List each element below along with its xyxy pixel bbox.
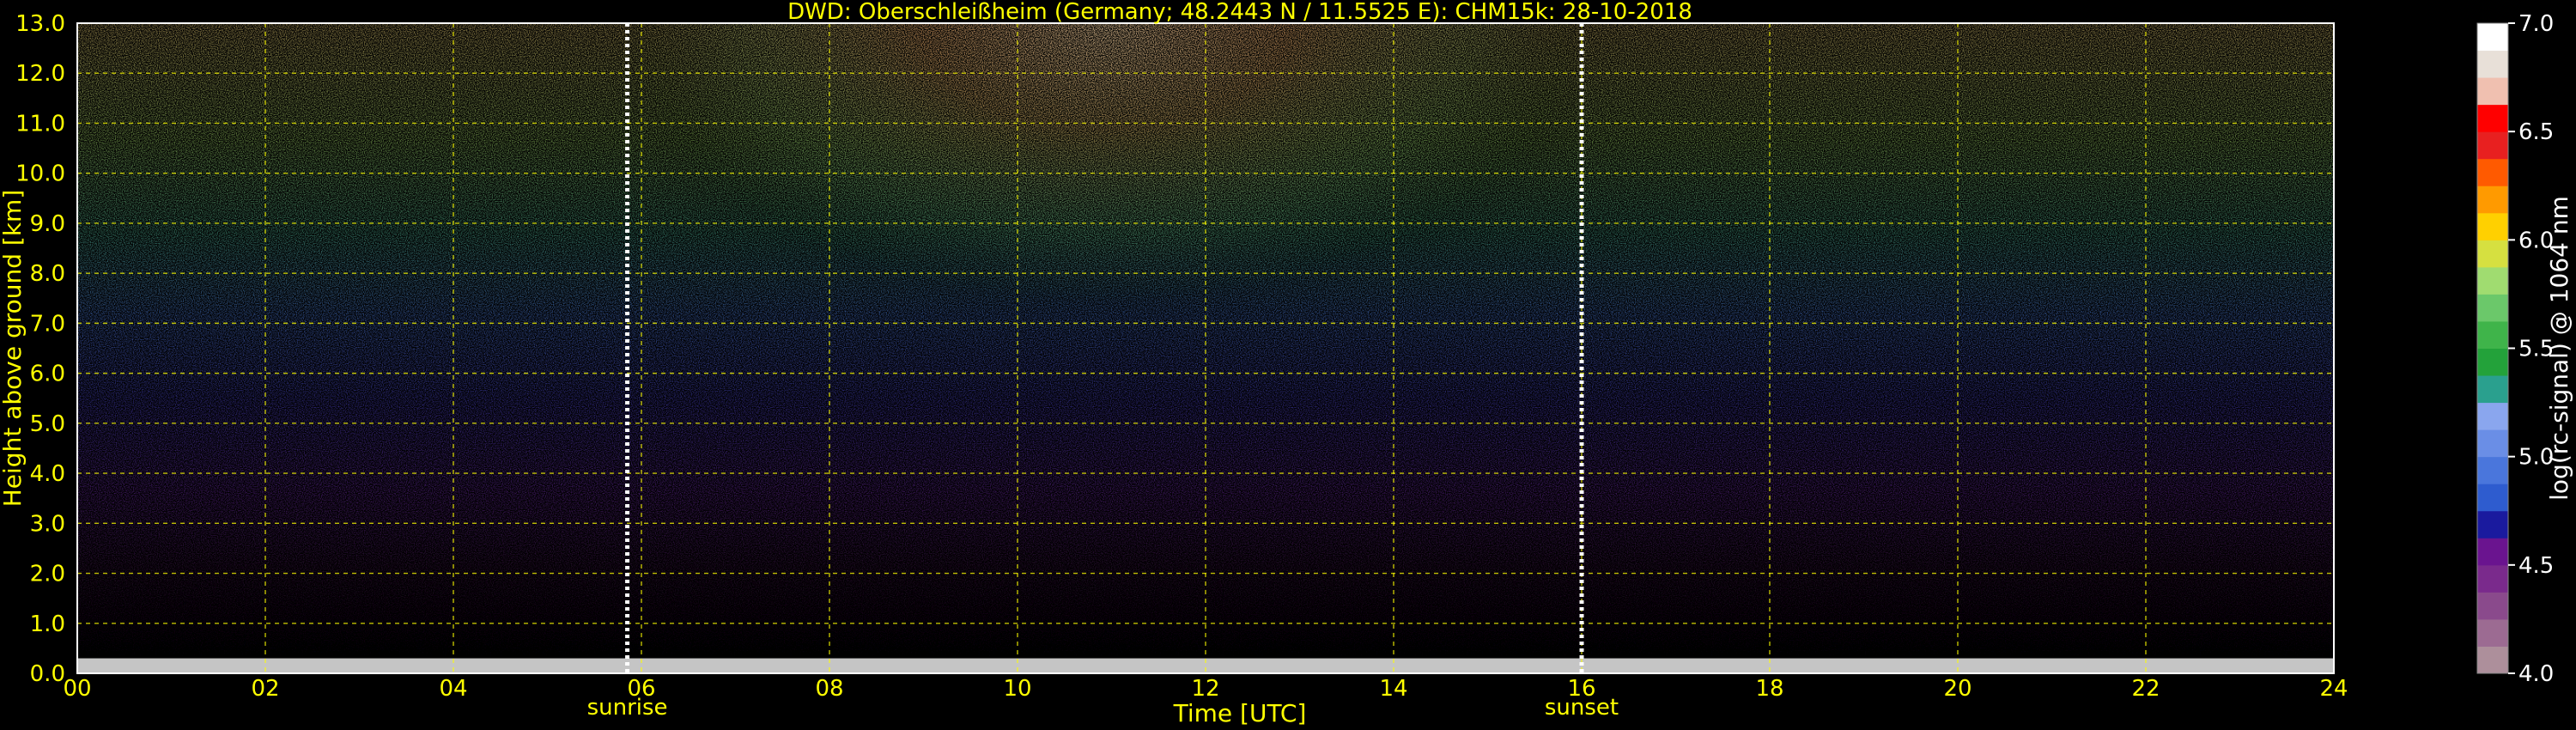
colorbar-swatch <box>2477 538 2508 566</box>
x-tick-label: 04 <box>439 676 467 702</box>
x-tick-label: 18 <box>1755 676 1783 702</box>
y-tick-label: 9.0 <box>30 211 65 237</box>
colorbar-swatch <box>2477 456 2508 484</box>
y-tick-label: 10.0 <box>15 161 65 187</box>
y-tick-label: 1.0 <box>30 611 65 637</box>
chart-title: DWD: Oberschleißheim (Germany; 48.2443 N… <box>787 0 1692 25</box>
x-tick-labels: 00 02 04 06 08 10 12 14 16 18 20 22 24 <box>63 676 2348 702</box>
y-tick-label: 6.0 <box>30 362 65 387</box>
colorbar-swatch <box>2477 592 2508 620</box>
y-tick-label: 7.0 <box>30 311 65 337</box>
x-tick-label: 16 <box>1567 676 1595 702</box>
colorbar-swatch <box>2477 77 2508 106</box>
y-tick-label: 5.0 <box>30 411 65 437</box>
y-tick-label: 11.0 <box>15 111 65 137</box>
x-tick-label: 22 <box>2131 676 2160 702</box>
x-tick-label: 24 <box>2319 676 2348 702</box>
y-tick-label: 8.0 <box>30 261 65 287</box>
colorbar-swatch <box>2477 240 2508 268</box>
x-tick-label: 10 <box>1003 676 1031 702</box>
colorbar-swatch <box>2477 510 2508 538</box>
y-tick-label: 12.0 <box>15 61 65 87</box>
colorbar-swatch <box>2477 186 2508 214</box>
colorbar-swatch <box>2477 23 2508 52</box>
colorbar-swatch <box>2477 646 2508 674</box>
colorbar-tick-label: 4.5 <box>2518 553 2554 579</box>
colorbar-swatch <box>2477 375 2508 404</box>
y-tick-label: 3.0 <box>30 511 65 537</box>
x-tick-label: 00 <box>63 676 91 702</box>
colorbar-swatch <box>2477 294 2508 322</box>
colorbar-tick-label: 7.0 <box>2518 11 2554 37</box>
y-tick-label: 2.0 <box>30 562 65 587</box>
x-tick-label: 20 <box>1943 676 1971 702</box>
colorbar-swatch <box>2477 348 2508 376</box>
colorbar-swatch <box>2477 266 2508 295</box>
daytime-glow <box>627 23 1583 576</box>
y-tick-label: 13.0 <box>15 11 65 37</box>
ceilometer-chart: sunrise sunset 00 02 04 06 08 10 12 14 16 18 20 22 24… <box>0 0 2573 727</box>
x-tick-label: 14 <box>1379 676 1407 702</box>
colorbar-label: log(rc-signal) @ 1064 nm <box>2545 196 2573 501</box>
colorbar-swatch <box>2477 104 2508 132</box>
colorbar-swatch <box>2477 618 2508 647</box>
colorbar-tick-label: 6.5 <box>2518 119 2554 145</box>
colorbar-swatch <box>2477 429 2508 458</box>
colorbar-swatch <box>2477 484 2508 512</box>
x-tick-label: 08 <box>815 676 843 702</box>
colorbar-swatch <box>2477 320 2508 349</box>
y-tick-label: 4.0 <box>30 461 65 487</box>
y-axis-label: Height above ground [km] <box>0 190 27 508</box>
colorbar-swatch <box>2477 131 2508 160</box>
colorbar-swatch <box>2477 212 2508 240</box>
colorbar <box>2476 22 2509 674</box>
x-tick-label: 06 <box>627 676 655 702</box>
x-axis-label: Time [UTC] <box>1173 699 1307 727</box>
colorbar-swatch <box>2477 402 2508 430</box>
colorbar-tick-label: 4.0 <box>2518 661 2554 687</box>
y-tick-label: 0.0 <box>30 661 65 687</box>
x-tick-label: 02 <box>251 676 279 702</box>
colorbar-swatch <box>2477 564 2508 593</box>
colorbar-swatch <box>2477 50 2508 78</box>
x-tick-label: 12 <box>1191 676 1219 702</box>
colorbar-swatch <box>2477 158 2508 186</box>
